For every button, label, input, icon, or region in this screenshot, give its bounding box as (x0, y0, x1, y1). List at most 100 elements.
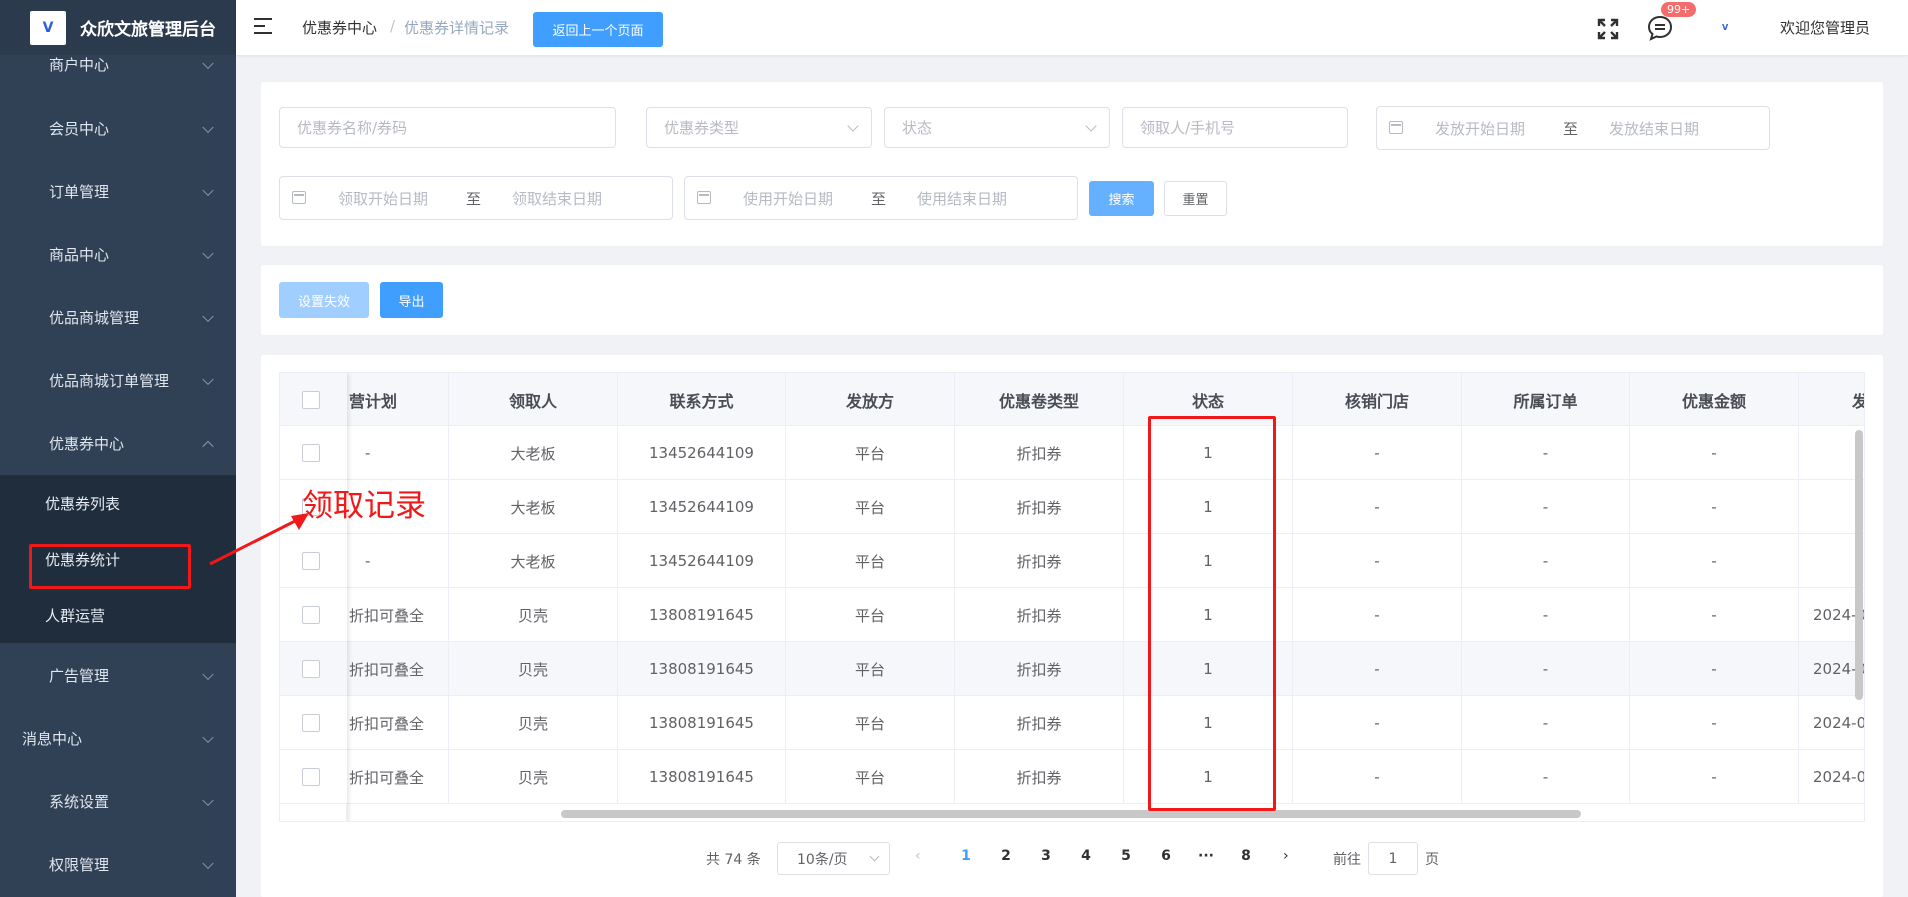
table-cell: - (1462, 426, 1630, 480)
column-header: 发放方 (786, 373, 955, 426)
goto-page-input[interactable]: 1 (1368, 842, 1418, 875)
sidebar-item-label: 优品商城订单管理 (49, 372, 170, 390)
pagination: 共 74 条 10条/页 ‹ 1 2 3 4 5 6 ··· 8 › 前往 1 … (261, 842, 1883, 876)
fullscreen-icon[interactable] (1597, 18, 1619, 40)
receiver-input[interactable]: 领取人/手机号 (1122, 107, 1348, 148)
sidebar-item-label: 订单管理 (49, 183, 110, 201)
table-cell: 平台 (786, 588, 955, 642)
status-select[interactable]: 状态 (884, 107, 1110, 148)
calendar-icon (292, 191, 306, 204)
filter-panel: 优惠券名称/券码 优惠券类型 状态 领取人/手机号 发放开始日期 至 发放结束日… (261, 82, 1883, 246)
sidebar-item-member[interactable]: 会员中心 (0, 97, 236, 160)
table-cell: 贝壳 (449, 642, 618, 696)
table-cell: - (1462, 696, 1630, 750)
row-checkbox[interactable] (302, 444, 320, 462)
receiver-placeholder: 领取人/手机号 (1140, 119, 1236, 137)
sidebar-subitem-crowd-ops[interactable]: 人群运营 (0, 587, 236, 643)
breadcrumb-separator: / (390, 17, 396, 35)
table-panel: 营计划 领取人 联系方式 发放方 优惠卷类型 状态 核销门店 所属订单 优惠金额… (261, 355, 1883, 897)
row-select-cell (280, 588, 347, 642)
chevron-down-icon (202, 57, 214, 69)
sidebar: V 众欣文旅管理后台 商户中心 会员中心 订单管理 商品中心 优品商城管理 优品… (0, 0, 236, 897)
use-date-range[interactable]: 使用开始日期 至 使用结束日期 (684, 176, 1078, 220)
coupon-name-input[interactable]: 优惠券名称/券码 (279, 107, 616, 148)
claim-date-range[interactable]: 领取开始日期 至 领取结束日期 (279, 176, 673, 220)
table-cell: 大老板 (449, 534, 618, 588)
table-row[interactable]: - 大老板 13452644109 平台 折扣券 1- - - (280, 426, 1864, 480)
sidebar-subitem-label: 优惠券统计 (45, 550, 121, 569)
sidebar-item-label: 优惠券中心 (49, 435, 125, 453)
table-row[interactable]: 折扣可叠全 贝壳 13808191645 平台 折扣券 1- - -2024-0 (280, 750, 1864, 804)
disable-button[interactable]: 设置失效 (279, 282, 369, 318)
table-cell: 平台 (786, 750, 955, 804)
select-all-checkbox[interactable] (302, 391, 320, 409)
chevron-down-icon (847, 120, 859, 132)
row-checkbox[interactable] (302, 768, 320, 786)
calendar-icon (697, 191, 711, 204)
table-row[interactable]: 大老板 13452644109 平台 折扣券 1- - - (280, 480, 1864, 534)
table-row[interactable]: 折扣可叠全 贝壳 13808191645 平台 折扣券 1- - -2024-0 (280, 588, 1864, 642)
menu-toggle-icon[interactable] (254, 18, 272, 34)
table-row[interactable]: - 大老板 13452644109 平台 折扣券 1- - - (280, 534, 1864, 588)
issue-date-range[interactable]: 发放开始日期 至 发放结束日期 (1376, 106, 1770, 150)
sidebar-item-ads[interactable]: 广告管理 (0, 644, 236, 707)
sidebar-subitem-coupon-stats[interactable]: 优惠券统计 (0, 531, 236, 587)
avatar[interactable]: V (1722, 18, 1756, 36)
issue-start-placeholder: 发放开始日期 (1435, 120, 1526, 138)
table-cell: 平台 (786, 534, 955, 588)
row-checkbox[interactable] (302, 606, 320, 624)
breadcrumb-coupon-center[interactable]: 优惠券中心 (302, 17, 377, 38)
coupon-type-select[interactable]: 优惠券类型 (646, 107, 872, 148)
next-page-icon[interactable]: › (1283, 848, 1289, 864)
page-5[interactable]: 5 (1114, 848, 1138, 864)
prev-page-icon[interactable]: ‹ (915, 848, 921, 864)
top-header: 优惠券中心 / 优惠券详情记录 返回上一个页面 99+ V 欢迎您管理员 (236, 0, 1908, 55)
back-button[interactable]: 返回上一个页面 (533, 12, 663, 47)
page-2[interactable]: 2 (994, 848, 1018, 864)
sidebar-item-mall-orders[interactable]: 优品商城订单管理 (0, 349, 236, 412)
table-cell: - (1293, 696, 1462, 750)
table-cell: 折扣可叠全 (347, 696, 449, 750)
chevron-down-icon (202, 184, 214, 196)
page-8[interactable]: 8 (1234, 848, 1258, 864)
page-1[interactable]: 1 (954, 848, 978, 864)
table-cell: - (1462, 642, 1630, 696)
table-cell: - (1630, 480, 1799, 534)
page-4[interactable]: 4 (1074, 848, 1098, 864)
table-cell: 折扣券 (955, 426, 1124, 480)
export-button[interactable]: 导出 (380, 282, 443, 318)
table-cell: - (1293, 588, 1462, 642)
sidebar-item-merchant[interactable]: 商户中心 (0, 33, 236, 96)
sidebar-item-mall[interactable]: 优品商城管理 (0, 286, 236, 349)
sidebar-item-products[interactable]: 商品中心 (0, 223, 236, 286)
page-size-select[interactable]: 10条/页 (777, 842, 890, 875)
sidebar-item-messages[interactable]: 消息中心 (0, 707, 236, 770)
sidebar-item-settings[interactable]: 系统设置 (0, 770, 236, 833)
table-cell: - (1293, 642, 1462, 696)
sidebar-item-coupons[interactable]: 优惠券中心 (0, 412, 236, 475)
sidebar-item-label: 权限管理 (49, 856, 110, 874)
search-button[interactable]: 搜索 (1089, 181, 1154, 216)
vertical-scrollbar[interactable] (1855, 430, 1863, 700)
reset-button[interactable]: 重置 (1164, 181, 1227, 216)
page-3[interactable]: 3 (1034, 848, 1058, 864)
horizontal-scrollbar[interactable] (561, 810, 1581, 818)
table-cell: 折扣券 (955, 588, 1124, 642)
sidebar-item-label: 优品商城管理 (49, 309, 140, 327)
row-checkbox[interactable] (302, 660, 320, 678)
page-unit-label: 页 (1425, 852, 1439, 868)
table-row[interactable]: 折扣可叠全 贝壳 13808191645 平台 折扣券 1- - -2024-0 (280, 696, 1864, 750)
table-row[interactable]: 折扣可叠全 贝壳 13808191645 平台 折扣券 1- - -2024-0 (280, 642, 1864, 696)
table-cell: 13808191645 (618, 750, 786, 804)
sidebar-subitem-coupon-list[interactable]: 优惠券列表 (0, 475, 236, 531)
message-icon[interactable] (1646, 14, 1674, 42)
page-6[interactable]: 6 (1154, 848, 1178, 864)
table-cell: - (1462, 588, 1630, 642)
row-checkbox[interactable] (302, 714, 320, 732)
sidebar-item-permissions[interactable]: 权限管理 (0, 833, 236, 896)
page-ellipsis[interactable]: ··· (1194, 848, 1218, 864)
table-cell: 13452644109 (618, 426, 786, 480)
sidebar-item-orders[interactable]: 订单管理 (0, 160, 236, 223)
table-cell: 2024-0 (1799, 696, 1864, 750)
table-cell: - (1462, 750, 1630, 804)
